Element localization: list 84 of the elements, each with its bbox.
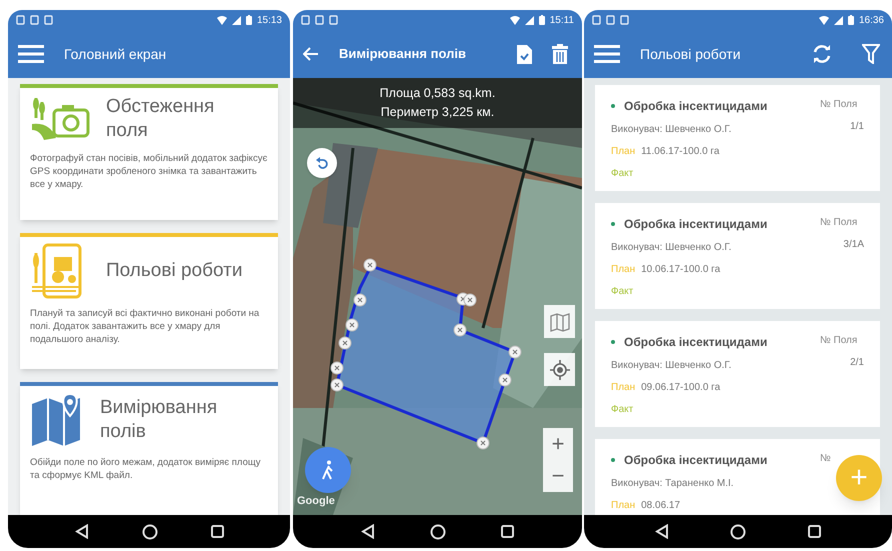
feature-card[interactable]: Вимірювання полів Обійди поле по його межам, додаток виміряє площу та сформує KML файл. <box>20 382 278 515</box>
field-number-label: № <box>820 452 831 466</box>
plan-label: План <box>611 499 636 513</box>
field-number: 3/1А <box>843 238 864 252</box>
field-number: 1/1 <box>850 120 864 134</box>
plan-label: План <box>611 145 636 159</box>
file-icon[interactable] <box>517 44 532 64</box>
card-description: Фотографуй стан посівів, мобільний додаток зафіксує GPS координати зробленого знімка та завантажить все у хмару. <box>30 152 268 191</box>
executor-text: Виконувач: Шевченко О.Г. <box>611 123 732 137</box>
folded-map-icon <box>550 312 570 332</box>
map-layers-button[interactable] <box>544 305 575 338</box>
field-number-label: № Поля <box>820 98 858 112</box>
feature-card[interactable]: Польові роботи Плануй та записуй всі фактично виконані роботи на полі. Додаток завантажить все у хмару для подальшого аналізу. <box>20 233 278 369</box>
back-icon[interactable] <box>654 524 669 539</box>
area-text: Площа 0,583 sq.km. <box>380 85 496 102</box>
card-title: Обстеження поля <box>106 95 216 143</box>
battery-icon <box>246 15 252 25</box>
plan-text: 08.06.17 <box>641 499 680 513</box>
trash-icon[interactable] <box>552 44 568 64</box>
plan-text: 11.06.17-100.0 га <box>641 145 720 159</box>
home-icon[interactable] <box>430 524 446 540</box>
screen-title: Польові роботи <box>640 44 742 64</box>
fact-label: Факт <box>611 285 634 299</box>
bullet-icon <box>611 104 615 108</box>
signal-icon <box>524 16 534 24</box>
status-time: 15:13 <box>256 14 282 28</box>
status-time: 15:11 <box>550 14 574 28</box>
plan-text: 10.06.17-100.0 га <box>641 263 720 277</box>
work-title: Обробка інсектицидами <box>624 334 768 351</box>
filter-icon[interactable] <box>862 44 880 64</box>
screen-title: Головний екран <box>64 44 168 64</box>
bullet-icon <box>611 340 615 344</box>
my-location-button[interactable] <box>544 353 575 386</box>
recent-apps-icon[interactable] <box>808 525 822 538</box>
work-title: Обробка інсектицидами <box>624 216 768 233</box>
work-card[interactable]: Обробка інсектицидами Виконувач: Шевченко О.Г. План 11.06.17-100.0 га Факт № Поля 1/1 <box>595 85 880 191</box>
executor-text: Виконувач: Тараненко М.І. <box>611 477 735 491</box>
card-description: Плануй та записуй всі фактично виконані роботи на полі. Додаток завантажить все у хмару для подальшого аналізу. <box>30 307 260 346</box>
target-icon <box>550 360 570 380</box>
refresh-icon[interactable] <box>812 44 832 64</box>
walking-person-icon <box>321 460 335 480</box>
wifi-icon <box>818 16 829 24</box>
executor-text: Виконувач: Шевченко О.Г. <box>611 241 732 255</box>
screen-title: Вимірювання полів <box>339 45 467 64</box>
perimeter-text: Периметр 3,225 км. <box>380 104 494 121</box>
bullet-icon <box>611 458 615 462</box>
work-card[interactable]: Обробка інсектицидами Виконувач: Шевченко О.Г. План 10.06.17-100.0 га Факт № Поля 3/1А <box>595 203 880 309</box>
back-icon[interactable] <box>74 524 88 539</box>
plan-label: План <box>611 263 636 277</box>
signal-icon <box>834 16 843 24</box>
wifi-icon <box>510 16 520 24</box>
undo-icon <box>315 156 329 170</box>
fact-label: Факт <box>611 167 634 181</box>
wifi-icon <box>216 16 227 24</box>
field-number-label: № Поля <box>820 216 858 230</box>
feature-card[interactable]: Обстеження поля Фотографуй стан посівів, мобільний додаток зафіксує GPS координати зробленого знімка та завантажить все у хмару. <box>20 84 278 220</box>
status-time: 16:36 <box>858 14 884 28</box>
fact-label: Факт <box>611 403 634 417</box>
plan-text: 09.06.17-100.0 га <box>641 381 720 395</box>
executor-text: Виконувач: Шевченко О.Г. <box>611 359 732 373</box>
work-title: Обробка інсектицидами <box>624 452 768 469</box>
signal-icon <box>232 16 241 24</box>
menu-icon[interactable] <box>18 44 44 64</box>
recent-apps-icon[interactable] <box>210 525 224 538</box>
menu-icon[interactable] <box>594 44 620 64</box>
card-title: Польові роботи <box>106 259 242 283</box>
map-logo: Google <box>297 494 335 508</box>
back-icon[interactable] <box>360 524 375 539</box>
field-number: 2/1 <box>850 356 864 370</box>
home-icon[interactable] <box>142 524 158 540</box>
battery-icon <box>848 15 854 25</box>
home-icon[interactable] <box>730 524 746 540</box>
recent-apps-icon[interactable] <box>501 525 514 538</box>
field-number-label: № Поля <box>820 334 858 348</box>
card-description: Обійди поле по його межам, додаток виміряє площу та сформує KML файл. <box>30 456 262 482</box>
back-arrow-icon[interactable] <box>303 47 319 61</box>
zoom-out-button[interactable]: − <box>543 460 573 492</box>
zoom-in-button[interactable]: + <box>543 428 573 460</box>
bullet-icon <box>611 222 615 226</box>
plan-label: План <box>611 381 636 395</box>
card-title: Вимірювання полів <box>100 396 218 444</box>
battery-icon <box>538 15 545 25</box>
work-title: Обробка інсектицидами <box>624 98 768 115</box>
work-card[interactable]: Обробка інсектицидами Виконувач: Шевченко О.Г. План 09.06.17-100.0 га Факт № Поля 2/1 <box>595 321 880 427</box>
